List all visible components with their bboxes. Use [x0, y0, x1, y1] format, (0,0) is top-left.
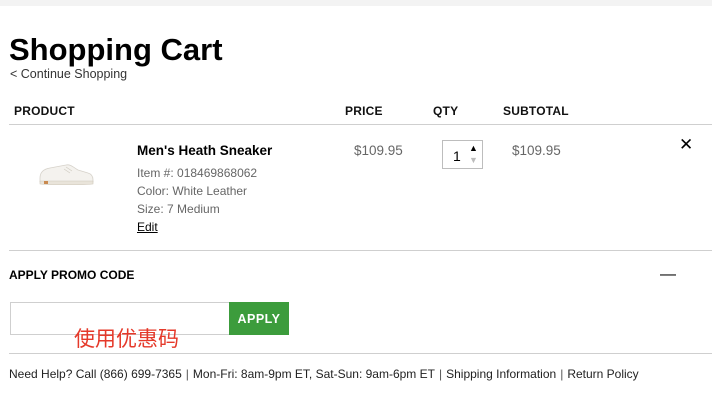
- continue-shopping-link[interactable]: < Continue Shopping: [10, 67, 127, 81]
- sneaker-image[interactable]: [26, 146, 106, 196]
- quantity-value[interactable]: 1: [453, 148, 461, 164]
- help-phone: Need Help? Call (866) 699-7365: [9, 367, 182, 381]
- footer-divider: [9, 353, 712, 354]
- help-hours: Mon-Fri: 8am-9pm ET, Sat-Sun: 9am-6pm ET: [192, 367, 435, 381]
- promo-code-title[interactable]: APPLY PROMO CODE: [9, 268, 134, 282]
- header-qty: QTY: [433, 104, 459, 118]
- item-size: Size: 7 Medium: [137, 202, 220, 216]
- return-policy-link[interactable]: Return Policy: [567, 367, 638, 381]
- product-name[interactable]: Men's Heath Sneaker: [137, 143, 272, 158]
- edit-link[interactable]: Edit: [137, 220, 158, 234]
- minus-icon[interactable]: —: [660, 266, 676, 284]
- page-title: Shopping Cart: [9, 32, 223, 67]
- top-bar: [0, 0, 712, 6]
- item-color: Color: White Leather: [137, 184, 248, 198]
- promo-annotation: 使用优惠码: [74, 327, 179, 351]
- item-price: $109.95: [354, 143, 403, 158]
- item-subtotal: $109.95: [512, 143, 561, 158]
- header-divider: [9, 124, 712, 125]
- item-number: Item #: 018469868062: [137, 166, 258, 180]
- header-product: PRODUCT: [14, 104, 75, 118]
- header-subtotal: SUBTOTAL: [503, 104, 569, 118]
- close-icon[interactable]: ✕: [679, 135, 693, 155]
- shipping-information-link[interactable]: Shipping Information: [446, 367, 556, 381]
- quantity-stepper[interactable]: 1 ▲ ▼: [442, 140, 483, 169]
- decrement-icon[interactable]: ▼: [469, 155, 478, 165]
- increment-icon[interactable]: ▲: [469, 143, 478, 153]
- apply-button[interactable]: APPLY: [229, 302, 289, 335]
- item-divider: [9, 250, 712, 251]
- help-bar: Need Help? Call (866) 699-7365 | Mon-Fri: …: [9, 367, 639, 381]
- header-price: PRICE: [345, 104, 383, 118]
